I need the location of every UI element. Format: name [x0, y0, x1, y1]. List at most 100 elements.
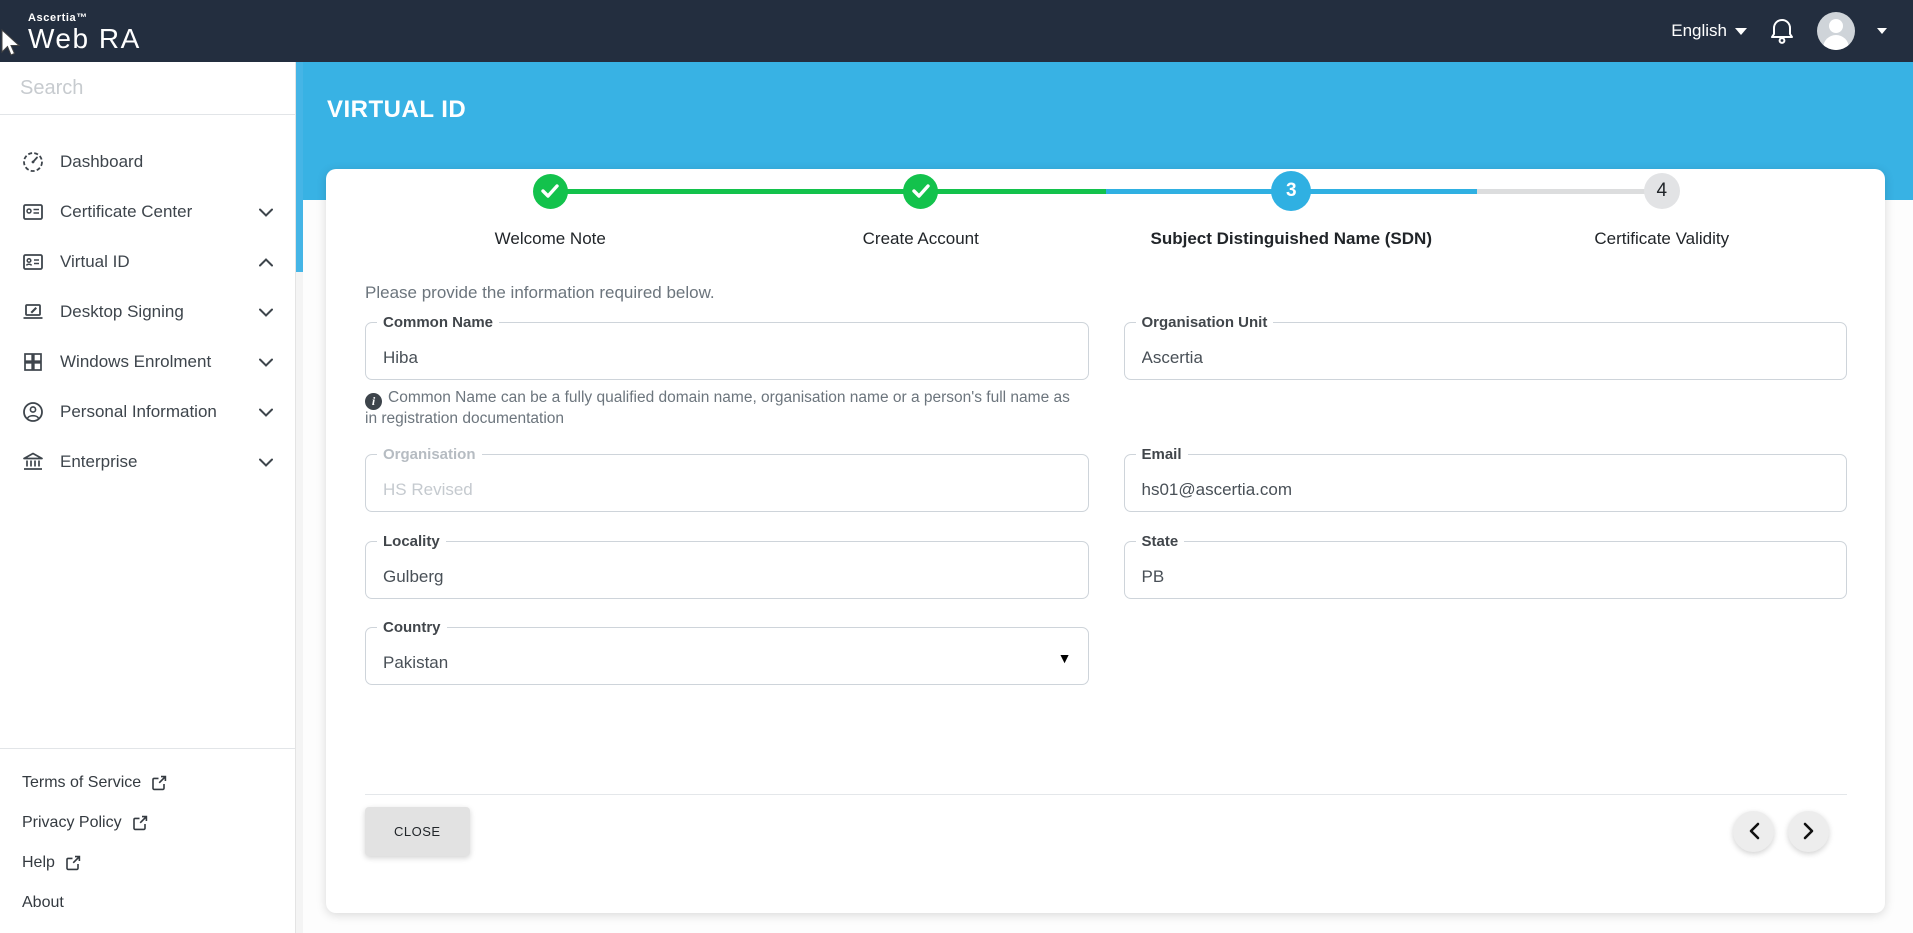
certificate-icon: [23, 204, 43, 220]
country-field: Country ▼: [365, 617, 1089, 685]
link-about[interactable]: About: [0, 883, 295, 923]
external-link-icon: [66, 855, 81, 871]
notifications-bell-icon[interactable]: [1769, 17, 1795, 45]
windows-icon: [24, 353, 42, 371]
mouse-cursor-icon: [1, 28, 21, 56]
sidebar-item-label: Personal Information: [60, 402, 217, 421]
link-help[interactable]: Help: [0, 843, 295, 883]
link-label: Help: [22, 854, 55, 871]
email-field: Email: [1123, 444, 1847, 512]
external-link-icon: [152, 775, 167, 791]
sidebar-item-windows-enrolment[interactable]: Windows Enrolment: [0, 337, 295, 387]
chevron-down-icon: [259, 408, 273, 417]
step-check-icon: [532, 173, 568, 209]
link-privacy-policy[interactable]: Privacy Policy: [0, 803, 295, 843]
country-select[interactable]: [366, 627, 1088, 684]
sidebar-item-virtual-id[interactable]: Virtual ID: [0, 237, 295, 287]
sidebar-nav: Dashboard Certificate Center Virtual ID …: [0, 115, 295, 487]
previous-step-button[interactable]: [1733, 810, 1774, 852]
virtual-id-card-icon: [23, 254, 43, 270]
sidebar-item-personal-information[interactable]: Personal Information: [0, 387, 295, 437]
chevron-left-icon: [1749, 823, 1759, 840]
sidebar-scrollbar[interactable]: [295, 62, 303, 933]
person-circle-icon: [23, 402, 43, 422]
chevron-down-icon: [259, 208, 273, 217]
organisation-input: [366, 454, 1088, 511]
dashboard-gauge-icon: [23, 152, 43, 172]
info-icon: i: [365, 392, 382, 410]
step-label: Create Account: [862, 229, 979, 248]
navbar-right: English: [1671, 12, 1887, 50]
desktop-signing-icon: [23, 304, 43, 319]
card-footer-divider: [365, 793, 1847, 795]
language-dropdown[interactable]: English: [1671, 21, 1747, 41]
sidebar-item-desktop-signing[interactable]: Desktop Signing: [0, 287, 295, 337]
state-input[interactable]: [1124, 541, 1846, 598]
step-welcome-note[interactable]: Welcome Note: [365, 169, 736, 249]
step-number: 3: [1271, 171, 1312, 211]
brand-logo[interactable]: Ascertia™ Web RA: [28, 9, 141, 53]
webra-app: Ascertia™ Web RA English Search Dashboar…: [0, 0, 1913, 933]
organisation-field: Organisation: [365, 444, 1089, 512]
sidebar-item-label: Enterprise: [60, 452, 138, 471]
main-content: VIRTUAL ID Welcome Note Create Account 3…: [303, 62, 1913, 933]
step-number: 4: [1643, 173, 1680, 209]
chevron-down-icon: [259, 308, 273, 317]
link-label: About: [22, 894, 64, 911]
sidebar-item-enterprise[interactable]: Enterprise: [0, 437, 295, 487]
close-button[interactable]: CLOSE: [365, 806, 470, 856]
organisation-unit-input[interactable]: [1124, 323, 1846, 379]
chevron-down-icon: [259, 458, 273, 467]
external-link-icon: [132, 815, 147, 831]
page-title: VIRTUAL ID: [327, 96, 467, 123]
sidebar-item-label: Desktop Signing: [60, 302, 184, 321]
link-label: Privacy Policy: [22, 814, 122, 831]
link-terms-of-service[interactable]: Terms of Service: [0, 763, 295, 803]
locality-field: Locality: [365, 531, 1089, 599]
step-subject-distinguished-name[interactable]: 3 Subject Distinguished Name (SDN): [1106, 169, 1477, 249]
chevron-up-icon: [259, 257, 273, 266]
step-create-account[interactable]: Create Account: [736, 169, 1107, 249]
locality-input[interactable]: [366, 541, 1088, 598]
chevron-right-icon: [1803, 823, 1813, 840]
sidebar-item-label: Certificate Center: [60, 202, 193, 221]
sidebar-item-label: Windows Enrolment: [60, 352, 212, 371]
form-intro-text: Please provide the information required …: [365, 283, 715, 302]
app-body: Dashboard Certificate Center: [0, 62, 1913, 933]
email-input[interactable]: [1124, 454, 1846, 511]
avatar-body-shape: [1823, 35, 1849, 50]
search-input[interactable]: [20, 76, 285, 100]
sidebar-item-dashboard[interactable]: Dashboard: [0, 137, 295, 187]
link-label: Terms of Service: [22, 774, 142, 791]
sidebar-item-label: Dashboard: [60, 152, 144, 171]
sidebar: Dashboard Certificate Center: [0, 62, 295, 933]
enterprise-bank-icon: [23, 452, 43, 470]
user-avatar[interactable]: [1817, 12, 1855, 50]
sidebar-item-certificate-center[interactable]: Certificate Center: [0, 187, 295, 237]
organisation-unit-field: Organisation Unit: [1123, 313, 1847, 380]
wizard-nav-arrows: [1733, 810, 1847, 852]
top-navbar: Ascertia™ Web RA English: [0, 0, 1913, 62]
scrollbar-thumb[interactable]: [296, 62, 303, 272]
wizard-stepper: Welcome Note Create Account 3 Subject Di…: [365, 169, 1847, 249]
chevron-down-icon: [1735, 27, 1747, 35]
step-label: Subject Distinguished Name (SDN): [1150, 229, 1432, 248]
step-check-icon: [903, 173, 939, 209]
chevron-down-icon: [259, 358, 273, 367]
wizard-actions: CLOSE: [365, 806, 1847, 856]
state-field: State: [1123, 531, 1847, 599]
common-name-hint: i Common Name can be a fully qualified do…: [365, 389, 1070, 427]
language-label: English: [1671, 21, 1727, 40]
common-name-input[interactable]: [366, 323, 1088, 379]
brand-webra-text: Web RA: [28, 23, 141, 54]
avatar-head-shape: [1829, 19, 1843, 33]
wizard-card: Welcome Note Create Account 3 Subject Di…: [326, 169, 1885, 913]
next-step-button[interactable]: [1788, 810, 1829, 852]
step-certificate-validity[interactable]: 4 Certificate Validity: [1477, 169, 1848, 249]
profile-menu-chevron-icon[interactable]: [1877, 28, 1887, 34]
step-label: Certificate Validity: [1594, 229, 1730, 248]
sidebar-footer: Terms of Service Privacy Policy Help Abo…: [0, 748, 295, 933]
common-name-field: Common Name: [365, 313, 1089, 380]
sidebar-search: [0, 62, 295, 115]
sidebar-item-label: Virtual ID: [60, 252, 130, 271]
